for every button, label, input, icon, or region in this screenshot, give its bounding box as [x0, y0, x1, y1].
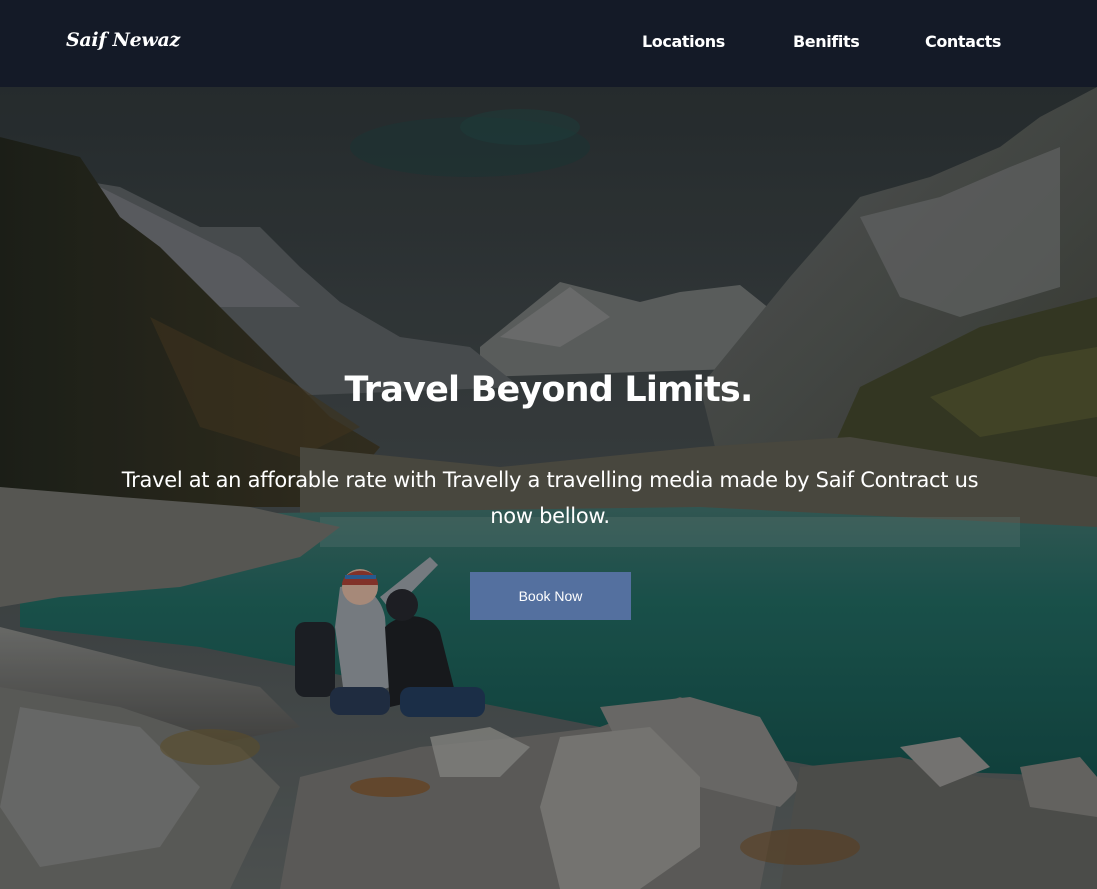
book-now-button[interactable]: Book Now	[470, 572, 631, 620]
nav-link-locations[interactable]: Locations	[642, 32, 725, 51]
hero-section: Travel Beyond Limits. Travel at an affor…	[0, 87, 1097, 889]
nav-link-benifits[interactable]: Benifits	[793, 32, 860, 51]
navbar: Saif Newaz Locations Benifits Contacts	[0, 0, 1097, 87]
brand-logo[interactable]: Saif Newaz	[66, 29, 180, 51]
nav-link-contacts[interactable]: Contacts	[925, 32, 1001, 51]
hero-title: Travel Beyond Limits.	[344, 370, 754, 410]
hero-subtitle: Travel at an afforable rate with Travell…	[121, 468, 979, 528]
